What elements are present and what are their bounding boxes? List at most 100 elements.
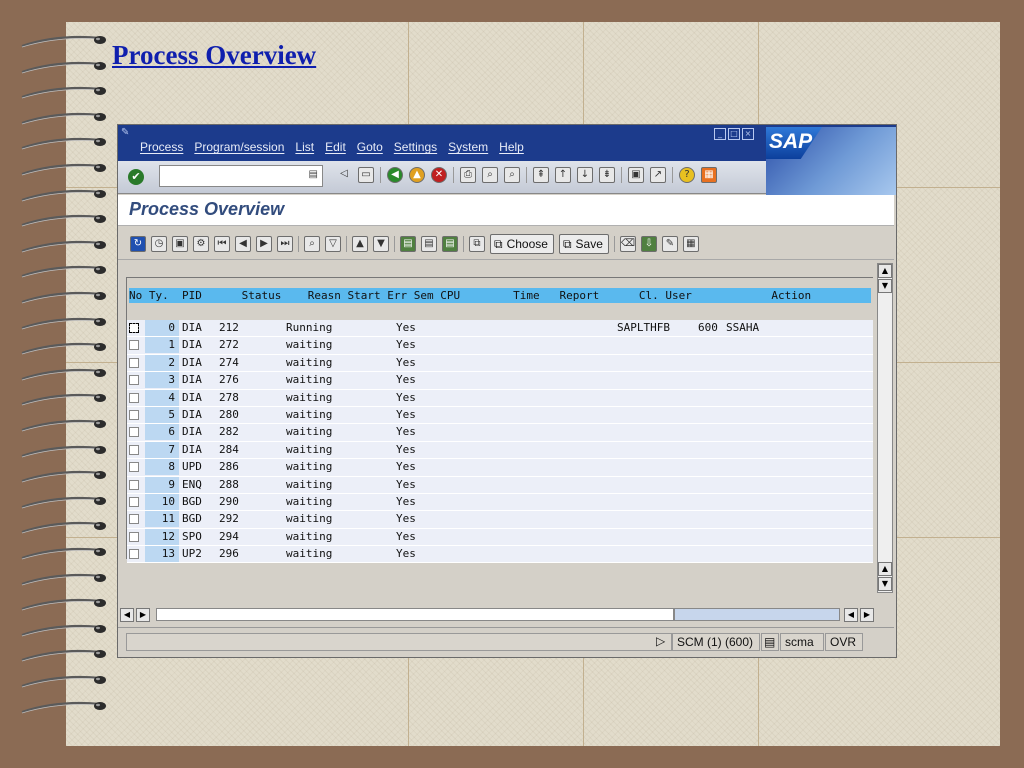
scroll-right-icon[interactable]: ▶ [136, 608, 150, 622]
row-checkbox[interactable] [129, 375, 139, 386]
scroll-down-icon[interactable]: ▼ [878, 279, 892, 293]
layout-menu-icon[interactable]: ▦ [701, 167, 717, 183]
sort-descending-icon[interactable]: ▼ [373, 236, 389, 252]
refresh-icon[interactable]: ↻ [130, 236, 146, 252]
status-session-icon[interactable]: ▤ [761, 633, 779, 651]
last-icon[interactable]: ⏭ [277, 236, 293, 252]
find-next-icon[interactable]: ⌕ [504, 167, 520, 183]
table-row[interactable]: 4 DIA 278 waiting Yes [127, 389, 873, 407]
calculator-icon[interactable]: ▦ [682, 236, 699, 252]
close-icon[interactable]: × [742, 128, 754, 140]
help-icon[interactable]: ? [679, 167, 695, 183]
system-menu-icon[interactable]: ✎ [121, 127, 129, 138]
row-checkbox[interactable] [129, 462, 139, 473]
scroll-thumb[interactable] [156, 608, 674, 621]
previous-icon[interactable]: ◀ [235, 236, 251, 252]
row-checkbox[interactable] [129, 531, 139, 542]
cancel-icon[interactable]: ✕ [431, 167, 447, 183]
menu-item-edit[interactable]: Edit [325, 140, 346, 154]
table-row[interactable]: 5 DIA 280 waiting Yes [127, 406, 873, 425]
table-row[interactable]: 3 DIA 276 waiting Yes [127, 372, 873, 390]
scroll-left-end-icon[interactable]: ◀ [844, 608, 858, 622]
table-row[interactable]: 0 DIA 212 Running Yes SAPLTHFB 600 SSAHA [127, 320, 873, 338]
table-row[interactable]: 1 DIA 272 waiting Yes [127, 337, 873, 355]
table-row[interactable]: 2 DIA 274 waiting Yes [127, 354, 873, 373]
exit-icon[interactable]: ▲ [409, 167, 425, 183]
enter-check-icon[interactable]: ✔ [128, 169, 144, 185]
cell-ty: BGD [182, 494, 202, 508]
row-checkbox[interactable] [129, 514, 139, 525]
copy-icon[interactable]: ⧉ [469, 236, 485, 252]
sort-ascending-icon[interactable]: ▲ [352, 236, 368, 252]
menu-item-list[interactable]: List [295, 140, 314, 154]
scroll-up-lower-icon[interactable]: ▲ [878, 562, 892, 576]
settings-icon[interactable]: ⚙ [193, 236, 209, 252]
command-history-icon[interactable]: ▤ [309, 169, 318, 180]
cell-start: Yes [396, 442, 416, 456]
table-row[interactable]: 6 DIA 282 waiting Yes [127, 424, 873, 442]
table-row[interactable]: 12 SPO 294 waiting Yes [127, 528, 873, 547]
details-icon[interactable]: ▤ [400, 236, 416, 252]
scroll-right-end-icon[interactable]: ▶ [860, 608, 874, 622]
command-field[interactable]: ▤ [159, 165, 323, 187]
row-checkbox[interactable] [129, 392, 139, 403]
first-icon[interactable]: ⏮ [214, 236, 230, 252]
menu-item-process[interactable]: Process [140, 140, 183, 154]
delete-icon[interactable]: ⌫ [619, 236, 636, 252]
row-checkbox[interactable] [129, 357, 139, 368]
status-expand-icon[interactable]: ▷ [652, 633, 669, 651]
previous-page-icon[interactable]: ↑ [555, 167, 571, 183]
next-icon[interactable]: ▶ [256, 236, 272, 252]
row-checkbox[interactable] [129, 340, 139, 351]
maximize-icon[interactable]: □ [728, 128, 740, 140]
export-icon[interactable]: ▤ [442, 236, 458, 252]
cpu-icon[interactable]: ▣ [172, 236, 188, 252]
status-server[interactable]: scma [780, 633, 824, 651]
back-arrow-icon[interactable]: ◁ [336, 167, 352, 183]
menu-item-program-session[interactable]: Program/session [194, 140, 284, 154]
row-checkbox[interactable] [129, 479, 139, 490]
download-icon[interactable]: ⇩ [640, 236, 657, 252]
scroll-down-lower-icon[interactable]: ▼ [878, 577, 892, 591]
row-checkbox[interactable] [129, 427, 139, 438]
menu-item-help[interactable]: Help [499, 140, 524, 154]
scroll-up-icon[interactable]: ▲ [878, 264, 892, 278]
new-session-icon[interactable]: ▣ [628, 167, 644, 183]
last-page-icon[interactable]: ⇟ [599, 167, 615, 183]
status-mode[interactable]: OVR [825, 633, 863, 651]
horizontal-scrollbar[interactable]: ◀ ▶ ◀ ▶ [118, 607, 876, 623]
row-checkbox[interactable] [129, 549, 139, 560]
table-row[interactable]: 7 DIA 284 waiting Yes [127, 441, 873, 460]
row-checkbox[interactable] [129, 496, 139, 507]
row-checkbox[interactable] [129, 323, 139, 333]
table-row[interactable]: 8 UPD 286 waiting Yes [127, 459, 873, 477]
first-page-icon[interactable]: ⇞ [533, 167, 549, 183]
clock-icon[interactable]: ◷ [151, 236, 167, 252]
table-row[interactable]: 13 UP2 296 waiting Yes [127, 546, 873, 564]
save-disk-icon[interactable]: ▭ [358, 167, 374, 183]
back-icon[interactable]: ◀ [387, 167, 403, 183]
next-page-icon[interactable]: ↓ [577, 167, 593, 183]
menu-item-settings[interactable]: Settings [394, 140, 437, 154]
edit-icon[interactable]: ✎ [661, 236, 678, 252]
scroll-track[interactable] [674, 608, 840, 621]
menu-item-system[interactable]: System [448, 140, 488, 154]
search-icon[interactable]: ⌕ [304, 236, 320, 252]
menu-item-goto[interactable]: Goto [357, 140, 383, 154]
scroll-left-icon[interactable]: ◀ [120, 608, 134, 622]
vertical-scrollbar[interactable]: ▲ ▼ ▲ ▼ [877, 263, 893, 593]
choose-button[interactable]: ⧉ Choose [490, 234, 554, 254]
list-icon[interactable]: ▤ [421, 236, 437, 252]
print-icon[interactable]: ⎙ [460, 167, 476, 183]
status-system[interactable]: SCM (1) (600) [672, 633, 760, 651]
row-checkbox[interactable] [129, 444, 139, 455]
table-row[interactable]: 11 BGD 292 waiting Yes [127, 511, 873, 529]
shortcut-icon[interactable]: ↗ [650, 167, 666, 183]
table-row[interactable]: 10 BGD 290 waiting Yes [127, 493, 873, 512]
row-checkbox[interactable] [129, 409, 139, 420]
filter-icon[interactable]: ▽ [325, 236, 341, 252]
table-row[interactable]: 9 ENQ 288 waiting Yes [127, 476, 873, 494]
minimize-icon[interactable]: _ [714, 128, 726, 140]
save-button[interactable]: ⧉ Save [558, 234, 609, 254]
find-icon[interactable]: ⌕ [482, 167, 498, 183]
